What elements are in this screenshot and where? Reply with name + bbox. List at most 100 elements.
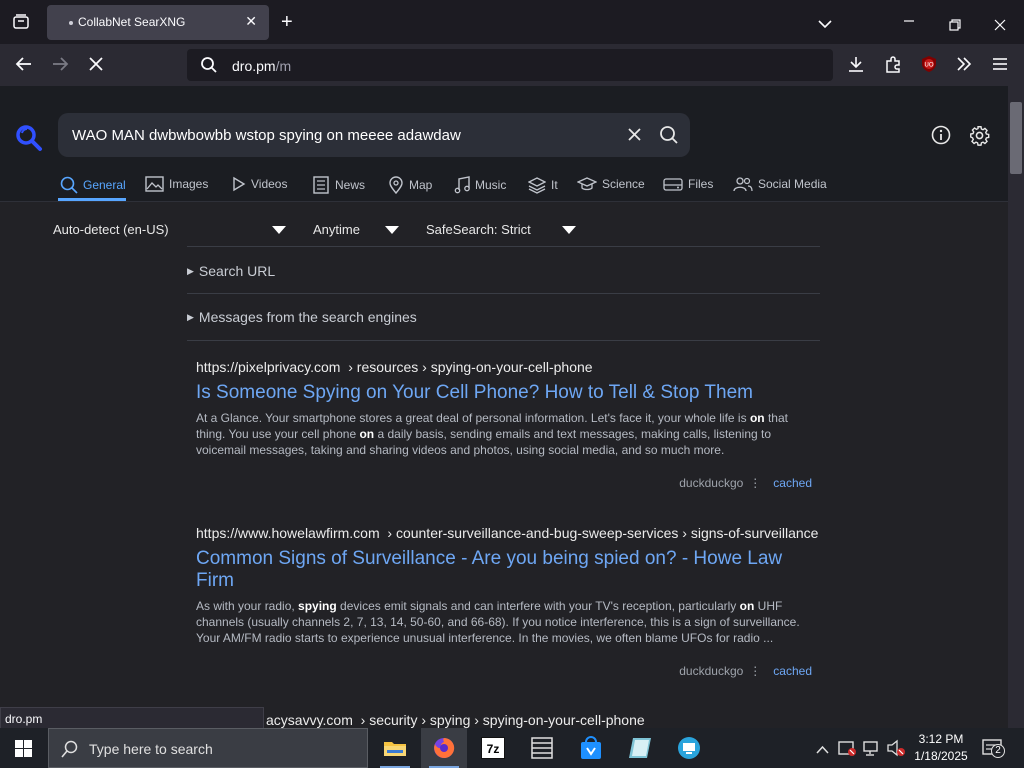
ublock-origin-icon[interactable]: UO — [920, 55, 938, 76]
caret-right-icon: ▶ — [187, 312, 194, 322]
result-url[interactable]: acysavvy.com › security › spying › spyin… — [266, 712, 886, 728]
active-tab[interactable]: CollabNet SearXNG ✕ — [47, 5, 269, 40]
tab-label: General — [83, 178, 126, 192]
taskbar-search-box[interactable]: Type here to search — [48, 728, 368, 768]
cached-link[interactable]: cached — [773, 664, 812, 678]
snippet-text: As with your radio, — [196, 599, 299, 613]
windows-taskbar: Type here to search 7z 3:12 PM 1/18/2025 — [0, 728, 1024, 768]
downloads-icon[interactable] — [847, 55, 865, 76]
tab-music[interactable]: Music — [454, 176, 506, 194]
preferences-gear-icon[interactable] — [969, 125, 990, 151]
list-all-tabs-icon[interactable] — [818, 14, 832, 32]
system-clock[interactable]: 3:12 PM 1/18/2025 — [910, 731, 972, 765]
tab-label: Files — [688, 177, 714, 191]
search-submit-icon[interactable] — [659, 125, 679, 150]
vertical-dots-icon: ⋮ — [749, 476, 762, 490]
windows-start-icon[interactable] — [15, 740, 32, 762]
result-url-path: › counter-surveillance-and-bug-sweep-ser… — [387, 525, 819, 541]
database-app[interactable] — [519, 728, 565, 768]
hamburger-menu-icon[interactable] — [992, 56, 1008, 75]
snippet-highlight: on — [739, 599, 755, 613]
tab-bar: CollabNet SearXNG ✕ + — [0, 0, 1024, 44]
7zip-app[interactable]: 7z — [470, 728, 516, 768]
search-box[interactable]: WAO MAN dwbwbowbb wstop spying on meeee … — [58, 113, 690, 157]
tab-close-icon[interactable]: ✕ — [245, 13, 257, 30]
play-icon — [233, 176, 246, 192]
security-tray-icon[interactable] — [838, 739, 856, 762]
address-bar[interactable]: dro.pm/m — [187, 49, 833, 81]
link-status-bar: dro.pm — [0, 707, 264, 729]
search-icon — [60, 176, 78, 194]
snippet-text: At a Glance. Your smartphone stores a gr… — [196, 411, 750, 425]
chevron-down-icon[interactable] — [562, 226, 576, 234]
url-path: /m — [275, 58, 292, 74]
tab-videos[interactable]: Videos — [232, 176, 287, 192]
close-window-icon[interactable] — [994, 16, 1006, 34]
more-tools-icon[interactable] — [956, 56, 972, 75]
new-tab-icon[interactable]: + — [281, 12, 293, 32]
search-query-text[interactable]: WAO MAN dwbwbowbb wstop spying on meeee … — [72, 127, 461, 144]
stop-loading-icon[interactable] — [88, 56, 104, 75]
tab-label: It — [551, 178, 558, 192]
newspaper-icon — [313, 176, 329, 194]
restore-icon[interactable] — [949, 16, 961, 34]
chevron-down-icon[interactable] — [385, 226, 399, 234]
tab-it[interactable]: It — [528, 176, 558, 194]
tab-general[interactable]: General — [60, 176, 126, 194]
loading-dot-icon — [69, 21, 73, 25]
shopping-bag-icon — [581, 736, 601, 759]
result-url[interactable]: https://pixelprivacy.com › resources › s… — [196, 359, 816, 375]
tab-label: Social Media — [758, 177, 827, 191]
tab-label: Music — [475, 178, 507, 192]
minimize-icon[interactable] — [903, 12, 915, 30]
info-icon[interactable] — [931, 125, 951, 150]
search-header: WAO MAN dwbwbowbb wstop spying on meeee … — [0, 86, 1008, 202]
caret-right-icon: ▶ — [187, 266, 194, 276]
firefox-app[interactable] — [421, 728, 467, 768]
file-explorer-app[interactable] — [372, 728, 418, 768]
tab-label: News — [335, 178, 366, 192]
result-title-link[interactable]: Common Signs of Surveillance - Are you b… — [196, 548, 816, 592]
tab-images[interactable]: Images — [145, 176, 208, 192]
searxng-logo-icon[interactable] — [15, 124, 43, 157]
tab-news[interactable]: News — [311, 176, 365, 194]
clock-date: 1/18/2025 — [914, 749, 968, 763]
result-engines: duckduckgo ⋮ cached — [679, 664, 812, 678]
extensions-puzzle-icon[interactable] — [884, 55, 902, 76]
cached-link[interactable]: cached — [773, 476, 812, 490]
engine-name: duckduckgo — [679, 476, 744, 490]
volume-muted-icon[interactable] — [886, 739, 906, 762]
7zip-icon: 7z — [481, 737, 505, 759]
page-scrollbar[interactable] — [1008, 86, 1024, 728]
search-url-toggle[interactable]: ▶ Search URL — [187, 263, 275, 279]
time-range-select[interactable]: Anytime — [313, 222, 360, 237]
remote-desktop-app[interactable] — [666, 728, 712, 768]
clear-search-icon[interactable] — [627, 127, 642, 147]
tab-files[interactable]: Files — [663, 176, 713, 192]
language-select[interactable]: Auto-detect (en-US) — [53, 222, 169, 237]
result-title-link[interactable]: Is Someone Spying on Your Cell Phone? Ho… — [196, 382, 816, 404]
tab-map[interactable]: Map — [388, 176, 432, 194]
tab-science[interactable]: Science — [577, 176, 645, 192]
forward-arrow-icon[interactable] — [51, 55, 69, 76]
notes-app[interactable] — [617, 728, 663, 768]
graduation-cap-icon — [577, 177, 597, 191]
scrollbar-thumb[interactable] — [1010, 102, 1022, 174]
chevron-down-icon[interactable] — [272, 226, 286, 234]
notification-count-badge: 2 — [991, 744, 1005, 758]
safesearch-select[interactable]: SafeSearch: Strict — [426, 222, 531, 237]
notification-center-icon[interactable]: 2 — [982, 738, 1006, 765]
navigation-toolbar: dro.pm/m UO — [0, 44, 1024, 86]
tab-social-media[interactable]: Social Media — [733, 176, 827, 192]
tab-list-icon[interactable] — [12, 13, 30, 34]
result-url[interactable]: https://www.howelawfirm.com › counter-su… — [196, 525, 819, 541]
back-arrow-icon[interactable] — [15, 55, 33, 76]
url-text[interactable]: dro.pm/m — [232, 58, 291, 74]
show-hidden-icons-chevron-icon[interactable] — [816, 742, 829, 760]
status-url: dro.pm — [5, 712, 43, 726]
engine-messages-toggle[interactable]: ▶ Messages from the search engines — [187, 309, 417, 325]
divider — [187, 246, 820, 247]
store-bag-app[interactable] — [568, 728, 614, 768]
network-tray-icon[interactable] — [862, 739, 880, 762]
tab-label: Map — [409, 178, 433, 192]
